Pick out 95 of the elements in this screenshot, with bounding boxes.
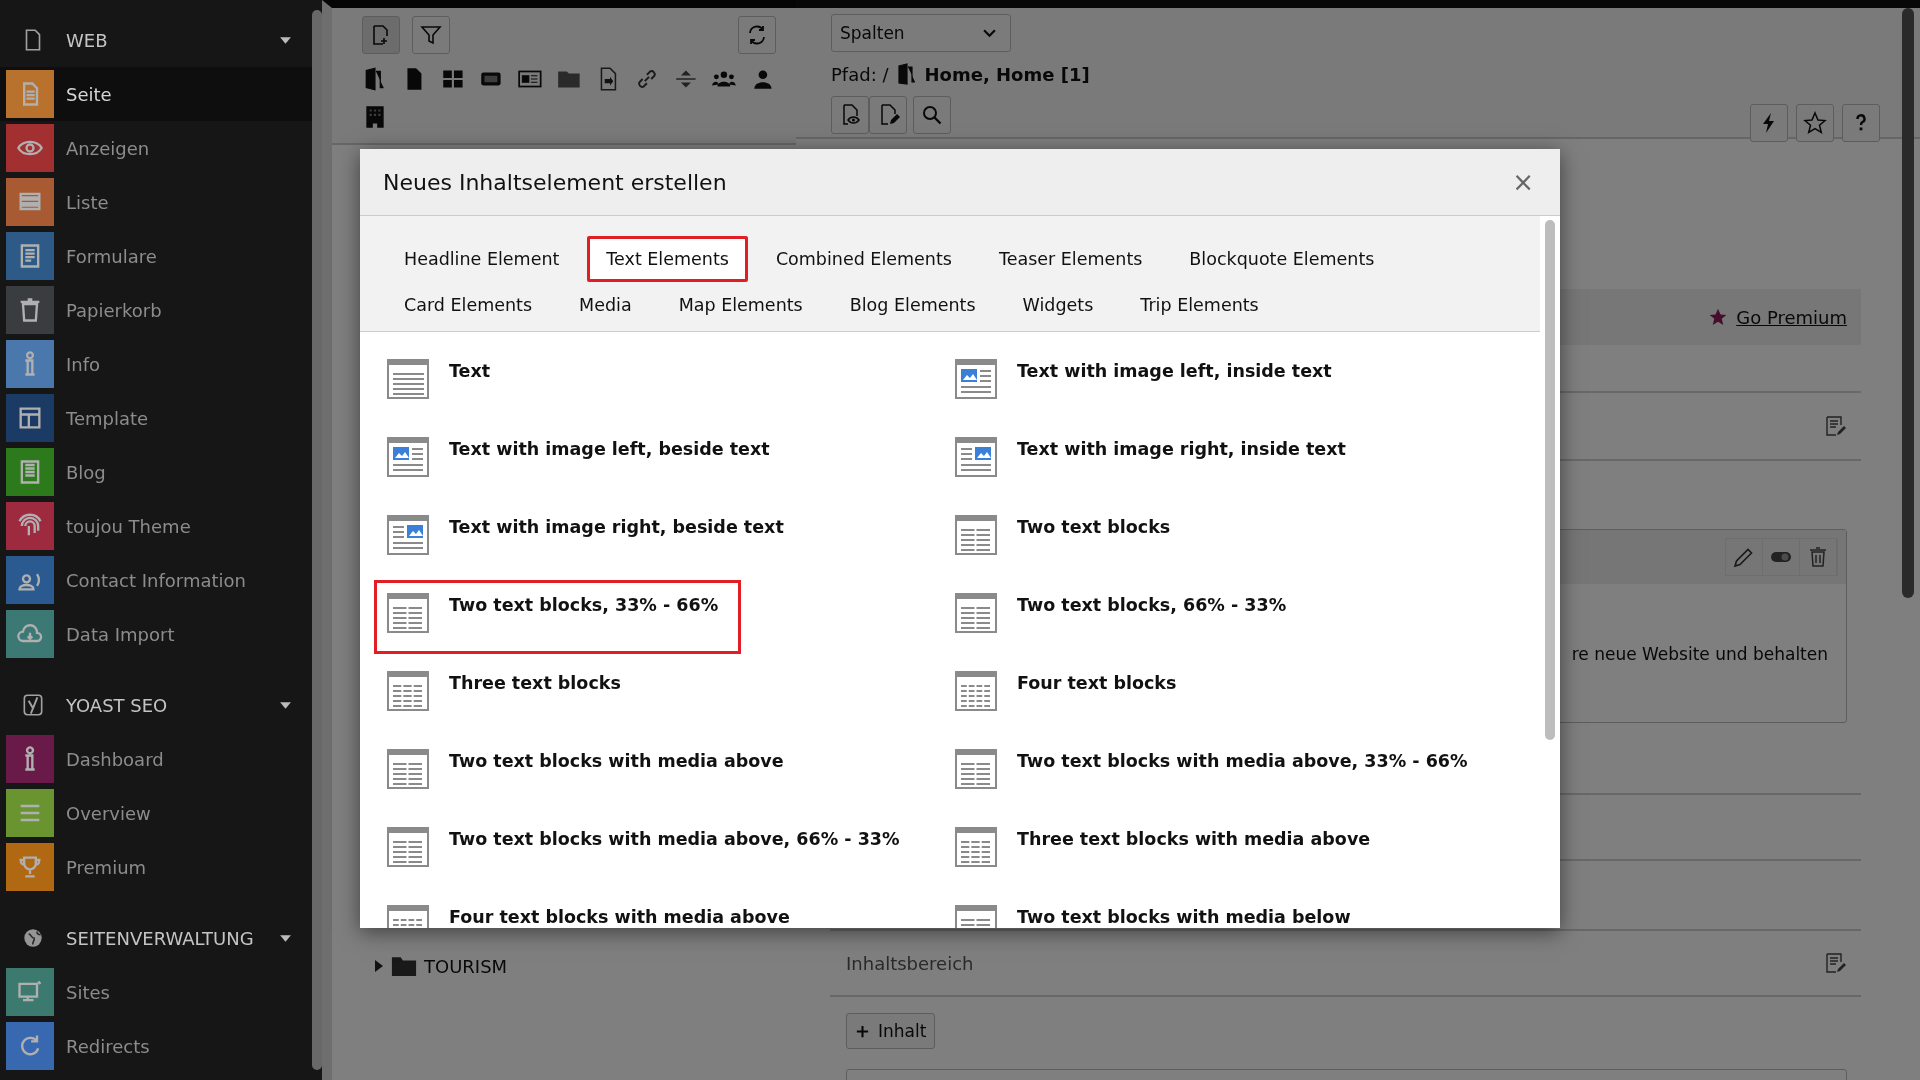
tab[interactable]: Map Elements — [659, 282, 822, 328]
sidebar-heading[interactable]: SEITENVERWALTUNG — [66, 927, 279, 949]
text-layout-icon — [387, 437, 429, 477]
content-element-option[interactable]: Three text blocks — [374, 658, 624, 732]
text-layout-icon — [955, 593, 997, 633]
content-element-option[interactable]: Four text blocks — [942, 658, 1182, 732]
view-select[interactable]: Spalten — [831, 14, 1011, 52]
folder-icon — [390, 955, 418, 977]
filter-button[interactable] — [412, 16, 450, 54]
text-layout-icon — [387, 827, 429, 867]
scrollbar[interactable] — [1545, 220, 1555, 740]
tab[interactable]: Blockquote Elements — [1170, 236, 1394, 282]
content-element-option[interactable]: Text with image left, inside text — [942, 346, 1335, 420]
sidebar-item[interactable]: Liste — [0, 175, 312, 229]
tree-item[interactable]: TOURISM — [424, 955, 508, 977]
edit-icon[interactable] — [1823, 951, 1847, 975]
content-element-option[interactable]: Four text blocks with media above — [374, 892, 793, 928]
page-title[interactable]: Home, Home [1] — [924, 63, 1090, 85]
dialog-title: Neues Inhaltselement erstellen — [383, 169, 727, 195]
sidebar-item[interactable]: Contact Information — [0, 553, 312, 607]
path-label: Pfad: / — [831, 63, 889, 85]
content-element-option[interactable]: Two text blocks — [942, 502, 1182, 576]
tab[interactable]: Blog Elements — [830, 282, 995, 328]
text-layout-icon — [955, 749, 997, 789]
caret-icon[interactable] — [279, 933, 292, 943]
star-icon — [1803, 111, 1827, 135]
shortcut-button[interactable] — [1750, 104, 1788, 142]
tab[interactable]: Combined Elements — [756, 236, 971, 282]
sidebar-item[interactable]: Formulare — [0, 229, 312, 283]
sidebar-item[interactable]: Papierkorb — [0, 283, 312, 337]
content-element-option[interactable]: Two text blocks with media below — [942, 892, 1354, 928]
text-layout-icon — [955, 437, 997, 477]
help-button[interactable] — [1842, 104, 1880, 142]
tab[interactable]: Card Elements — [385, 282, 552, 328]
scrollbar[interactable] — [1902, 8, 1914, 598]
sidebar-item[interactable]: Dashboard — [0, 732, 312, 786]
search-button[interactable] — [913, 96, 951, 134]
sidebar-item[interactable]: Anzeigen — [0, 121, 312, 175]
sidebar-item[interactable]: Blog — [0, 445, 312, 499]
add-content-button[interactable]: Inhalt — [846, 1013, 936, 1049]
sidebar-item[interactable]: Info — [0, 337, 312, 391]
content-element-option[interactable]: Text with image right, inside text — [942, 424, 1349, 498]
section-title: Inhaltsbereich — [846, 952, 974, 974]
tab[interactable]: Text Elements — [587, 236, 748, 282]
chevron-down-icon — [983, 28, 996, 38]
edit-page-button[interactable] — [869, 96, 907, 134]
text-layout-icon — [955, 359, 997, 399]
sidebar-item[interactable]: Overview — [0, 786, 312, 840]
sidebar-item[interactable]: Premium — [0, 840, 312, 894]
tab[interactable]: Widgets — [1003, 282, 1113, 328]
sidebar-heading[interactable]: YOAST SEO — [66, 694, 279, 716]
text-layout-icon — [387, 749, 429, 789]
plus-icon — [855, 1023, 870, 1039]
new-page-button[interactable] — [362, 16, 400, 54]
bookmark-button[interactable] — [1796, 104, 1834, 142]
filter-icon — [419, 23, 443, 47]
star-icon — [1708, 307, 1729, 327]
search-icon — [920, 103, 944, 127]
expand-arrow-icon[interactable] — [374, 960, 384, 972]
text-layout-icon — [387, 593, 429, 633]
sidebar-item[interactable]: Seite — [0, 67, 312, 121]
edit-icon[interactable] — [1823, 414, 1847, 438]
close-button[interactable]: × — [1508, 167, 1538, 197]
scrollbar[interactable] — [312, 10, 322, 1070]
sidebar-item[interactable]: Template — [0, 391, 312, 445]
content-element-option[interactable]: Two text blocks with media above, 33% - 66% — [942, 736, 1471, 810]
content-element-option[interactable]: Text — [374, 346, 614, 420]
sidebar-item[interactable]: Sites — [0, 965, 312, 1019]
content-element-option[interactable]: Two text blocks with media above, 66% - 33% — [374, 814, 903, 888]
content-element-option[interactable]: Text with image left, beside text — [374, 424, 773, 498]
sidebar-item[interactable]: Data Import — [0, 607, 312, 661]
text-layout-icon — [955, 827, 997, 867]
premium-link[interactable]: Go Premium — [1736, 306, 1847, 328]
text-layout-icon — [955, 671, 997, 711]
sidebar-item[interactable]: Redirects — [0, 1019, 312, 1073]
content-element-option[interactable]: Two text blocks with media above — [374, 736, 787, 810]
content-element-option[interactable]: Two text blocks, 33% - 66% — [374, 580, 742, 654]
content-element-option[interactable]: Three text blocks with media above — [942, 814, 1374, 888]
tab[interactable]: Trip Elements — [1121, 282, 1278, 328]
tab[interactable]: Media — [560, 282, 651, 328]
caret-icon[interactable] — [279, 700, 292, 710]
tab[interactable]: Headline Element — [385, 236, 579, 282]
content-element-option[interactable]: Two text blocks, 66% - 33% — [942, 580, 1290, 654]
refresh-button[interactable] — [738, 16, 776, 54]
content-element-option[interactable]: Text with image right, beside text — [374, 502, 787, 576]
text-layout-icon — [387, 515, 429, 555]
caret-icon[interactable] — [279, 35, 292, 45]
text-layout-icon — [387, 359, 429, 399]
view-page-button[interactable] — [831, 96, 869, 134]
sidebar-item[interactable]: toujou Theme — [0, 499, 312, 553]
text-layout-icon — [387, 671, 429, 711]
tab[interactable]: Teaser Elements — [979, 236, 1162, 282]
sidebar-heading[interactable]: WEB — [66, 29, 279, 51]
text-layout-icon — [955, 515, 997, 555]
card-text: re neue Website und behalten — [1571, 644, 1828, 664]
